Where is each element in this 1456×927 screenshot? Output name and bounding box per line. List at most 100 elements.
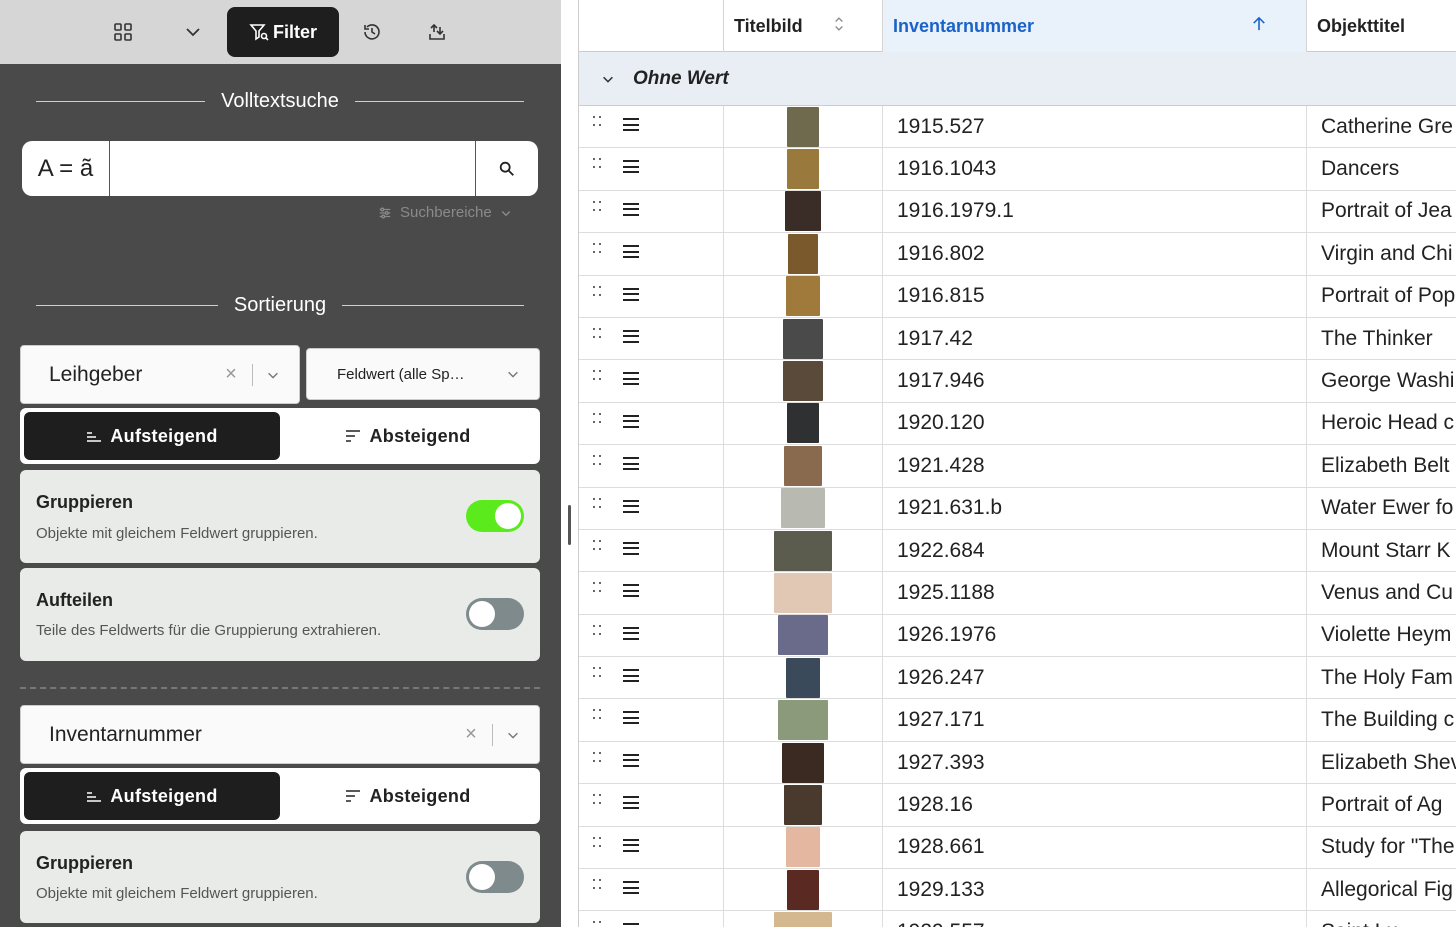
import-export-icon[interactable] [417, 7, 457, 57]
thumbnail-image[interactable] [783, 318, 823, 359]
search-areas-toggle[interactable]: Suchbereiche [378, 204, 512, 221]
row-menu-icon[interactable] [623, 499, 639, 513]
table-row[interactable]: 1925.1188 Venus and Cu [579, 572, 1456, 615]
sort-descending-button[interactable]: Absteigend [280, 772, 536, 820]
table-row[interactable]: 1916.815 Portrait of Pop [579, 275, 1456, 318]
drag-handle-icon[interactable] [593, 285, 601, 296]
table-row[interactable]: 1927.171 The Building c [579, 699, 1456, 742]
row-menu-icon[interactable] [623, 414, 639, 428]
grid-view-icon[interactable] [103, 7, 143, 57]
group-toggle-1[interactable] [466, 500, 524, 532]
thumbnail-image[interactable] [774, 530, 832, 571]
sort-ascending-button[interactable]: Aufsteigend [24, 772, 280, 820]
drag-handle-icon[interactable] [593, 836, 601, 847]
table-row[interactable]: 1916.802 Virgin and Chi [579, 233, 1456, 276]
chevron-down-icon[interactable] [173, 7, 213, 57]
sort-ascending-icon[interactable] [1252, 16, 1266, 32]
row-menu-icon[interactable] [623, 202, 639, 216]
thumbnail-image[interactable] [787, 149, 819, 190]
row-menu-icon[interactable] [623, 626, 639, 640]
clear-icon[interactable]: × [218, 363, 244, 386]
thumbnail-image[interactable] [784, 445, 822, 486]
chevron-down-icon[interactable] [501, 367, 525, 381]
table-row[interactable]: 1915.527 Catherine Gre [579, 106, 1456, 149]
clear-icon[interactable]: × [458, 723, 484, 746]
thumbnail-image[interactable] [784, 784, 822, 825]
row-menu-icon[interactable] [623, 287, 639, 301]
search-button[interactable] [475, 141, 538, 196]
field-value-mode-select[interactable]: Feldwert (alle Sp… [306, 348, 540, 400]
row-menu-icon[interactable] [623, 881, 639, 895]
thumbnail-image[interactable] [787, 869, 819, 910]
table-row[interactable]: 1917.946 George Washi [579, 360, 1456, 403]
drag-handle-icon[interactable] [593, 667, 601, 678]
table-row[interactable]: 1921.631.b Water Ewer fo [579, 487, 1456, 530]
thumbnail-image[interactable] [778, 615, 828, 656]
row-menu-icon[interactable] [623, 669, 639, 683]
thumbnail-image[interactable] [782, 742, 824, 783]
thumbnail-image[interactable] [783, 361, 823, 402]
thumbnail-image[interactable] [774, 572, 832, 613]
table-row[interactable]: 1926.1976 Violette Heym [579, 614, 1456, 658]
search-input[interactable] [110, 141, 475, 196]
drag-handle-icon[interactable] [593, 539, 601, 550]
filter-button[interactable]: Filter [227, 7, 339, 57]
row-menu-icon[interactable] [623, 923, 639, 927]
drag-handle-icon[interactable] [593, 582, 601, 593]
column-header-inventarnummer[interactable]: Inventarnummer [883, 0, 1307, 52]
row-menu-icon[interactable] [623, 711, 639, 725]
chevron-down-icon[interactable] [261, 368, 285, 382]
history-icon[interactable] [352, 7, 392, 57]
drag-handle-icon[interactable] [593, 158, 601, 169]
drag-handle-icon[interactable] [593, 412, 601, 423]
sort-descending-button[interactable]: Absteigend [280, 412, 536, 460]
row-menu-icon[interactable] [623, 584, 639, 598]
drag-handle-icon[interactable] [593, 709, 601, 720]
table-row[interactable]: 1926.247 The Holy Fam [579, 657, 1456, 700]
drag-handle-icon[interactable] [593, 370, 601, 381]
thumbnail-image[interactable] [785, 191, 821, 232]
chevron-down-icon[interactable] [601, 72, 615, 86]
table-row[interactable]: 1921.428 Elizabeth Belt [579, 445, 1456, 488]
table-row[interactable]: 1929.133 Allegorical Fig [579, 869, 1456, 912]
thumbnail-image[interactable] [781, 488, 825, 529]
row-menu-icon[interactable] [623, 838, 639, 852]
table-row[interactable]: 1922.684 Mount Starr K [579, 529, 1456, 573]
row-menu-icon[interactable] [623, 160, 639, 174]
split-toggle-1[interactable] [466, 598, 524, 630]
thumbnail-image[interactable] [788, 233, 818, 274]
drag-handle-icon[interactable] [593, 116, 601, 126]
sort-toggle-icon[interactable] [834, 16, 844, 32]
column-header-titelbild[interactable]: Titelbild [724, 0, 883, 52]
table-row[interactable]: 1927.393 Elizabeth Shev [579, 741, 1456, 785]
row-menu-icon[interactable] [623, 457, 639, 471]
drag-handle-icon[interactable] [593, 879, 601, 890]
table-row[interactable]: 1928.16 Portrait of Ag [579, 784, 1456, 827]
row-menu-icon[interactable] [623, 245, 639, 259]
chevron-down-icon[interactable] [501, 728, 525, 742]
table-row[interactable]: 1916.1979.1 Portrait of Jea [579, 190, 1456, 234]
drag-handle-icon[interactable] [593, 921, 601, 927]
drag-handle-icon[interactable] [593, 624, 601, 635]
drag-handle-icon[interactable] [593, 455, 601, 466]
table-row[interactable]: 1917.42 The Thinker [579, 317, 1456, 361]
sort-field-select-1[interactable]: Leihgeber × [20, 345, 300, 404]
drag-handle-icon[interactable] [593, 327, 601, 338]
group-row[interactable]: Ohne Wert [579, 52, 1456, 106]
thumbnail-image[interactable] [786, 827, 820, 868]
row-menu-icon[interactable] [623, 329, 639, 343]
drag-handle-icon[interactable] [593, 200, 601, 211]
table-row[interactable]: 1920.120 Heroic Head c [579, 402, 1456, 446]
search-mode-toggle[interactable]: A = ã [22, 141, 110, 196]
row-menu-icon[interactable] [623, 118, 639, 131]
drag-handle-icon[interactable] [593, 751, 601, 762]
sort-field-select-2[interactable]: Inventarnummer × [20, 705, 540, 764]
drag-handle-icon[interactable] [593, 794, 601, 805]
splitter-grip[interactable] [568, 505, 571, 545]
row-menu-icon[interactable] [623, 753, 639, 767]
panel-splitter[interactable] [561, 0, 578, 927]
table-row[interactable]: 1928.661 Study for "The [579, 826, 1456, 870]
row-menu-icon[interactable] [623, 541, 639, 555]
column-header-objekttitel[interactable]: Objekttitel [1307, 0, 1456, 52]
table-row[interactable]: 1929.557Saint Lu [579, 911, 1456, 927]
